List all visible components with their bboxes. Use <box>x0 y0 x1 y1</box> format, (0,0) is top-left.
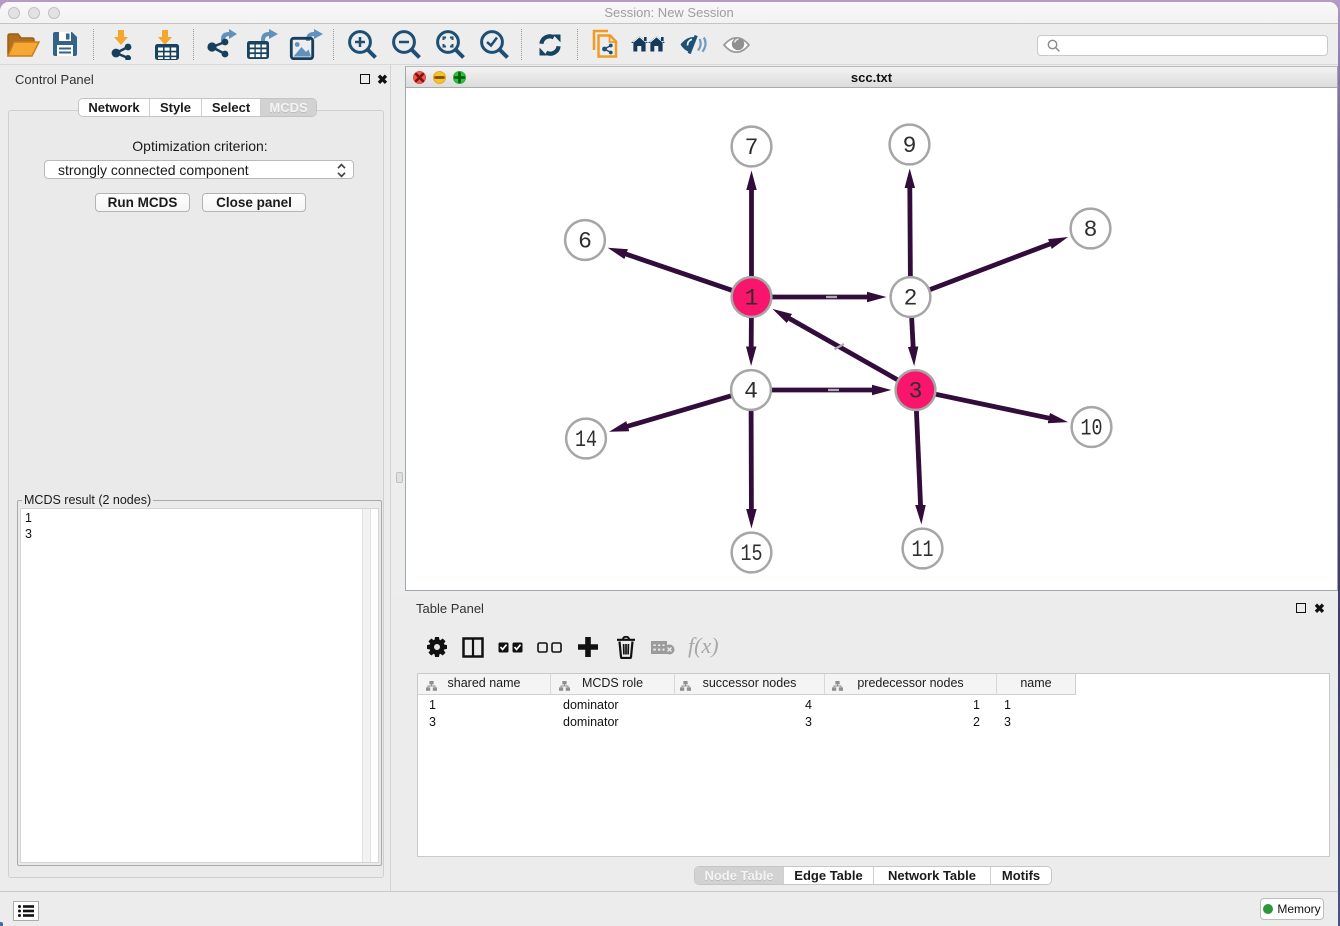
svg-text:10: 10 <box>1081 416 1103 442</box>
svg-text:14: 14 <box>575 427 597 453</box>
svg-text:4: 4 <box>744 379 758 405</box>
svg-text:6: 6 <box>578 229 592 255</box>
svg-text:8: 8 <box>1084 217 1098 243</box>
svg-text:11: 11 <box>912 537 934 563</box>
svg-text:15: 15 <box>741 541 763 567</box>
svg-text:1: 1 <box>745 286 759 312</box>
svg-text:2: 2 <box>904 286 918 312</box>
svg-text:3: 3 <box>909 379 923 405</box>
svg-text:7: 7 <box>745 135 759 161</box>
svg-text:9: 9 <box>903 133 917 159</box>
